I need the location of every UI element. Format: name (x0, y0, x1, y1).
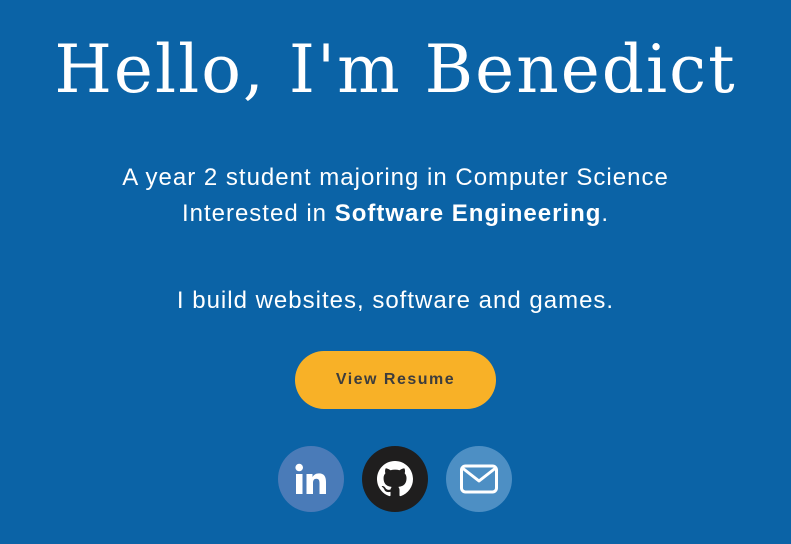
interest-highlight: Software Engineering (334, 200, 602, 227)
github-icon (377, 461, 413, 497)
intro-line-2-prefix: Interested in (181, 200, 335, 227)
intro-line-2-suffix: . (601, 200, 610, 227)
page-title: Hello, I'm Benedict (54, 31, 737, 108)
hero-section: Hello, I'm Benedict A year 2 student maj… (0, 0, 791, 544)
email-link[interactable] (446, 446, 512, 512)
intro-line-1: A year 2 student majoring in Computer Sc… (122, 164, 669, 191)
github-link[interactable] (362, 446, 428, 512)
intro-text: A year 2 student majoring in Computer Sc… (0, 160, 791, 232)
tagline: I build websites, software and games. (176, 287, 615, 314)
intro-line-2: Interested in Software Engineering. (0, 196, 791, 232)
linkedin-link[interactable] (278, 446, 344, 512)
mail-icon (460, 464, 498, 494)
linkedin-icon (295, 463, 326, 494)
view-resume-button[interactable]: View Resume (295, 351, 496, 409)
